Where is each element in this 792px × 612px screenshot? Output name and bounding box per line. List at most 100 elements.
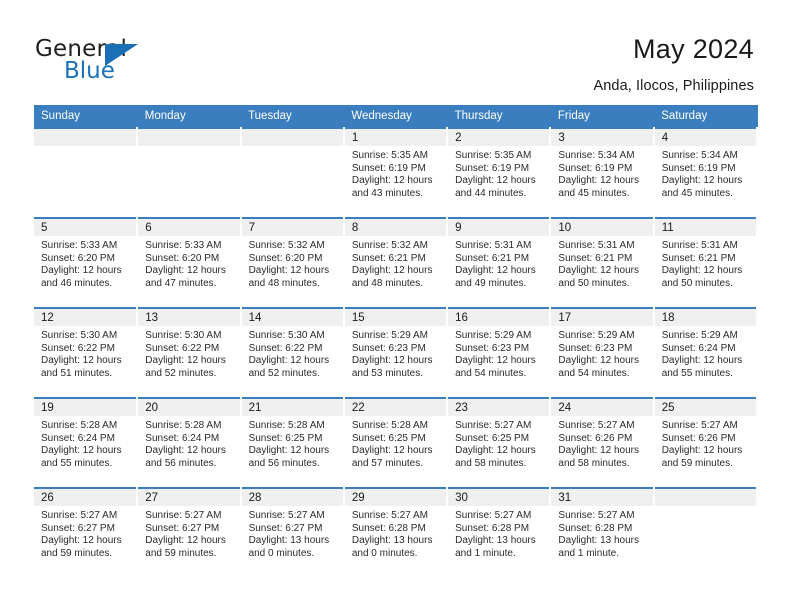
sunrise-text: Sunrise: 5:31 AM: [455, 240, 532, 251]
sunset-text: Sunset: 6:28 PM: [351, 522, 426, 534]
day-details: Sunrise: 5:27 AM Sunset: 6:27 PM Daylight:…: [34, 506, 136, 560]
sunset-text: Sunset: 6:19 PM: [351, 162, 426, 174]
daylight-text-line1: Daylight: 12 hours: [351, 175, 433, 187]
day-number: 27: [138, 489, 240, 506]
day-details: Sunrise: 5:27 AM Sunset: 6:26 PM Daylight:…: [551, 416, 652, 470]
day-details: Sunrise: 5:27 AM Sunset: 6:27 PM Daylight:…: [242, 506, 343, 560]
calendar-day-cell[interactable]: 1 Sunrise: 5:35 AM Sunset: 6:19 PM Daylight…: [343, 127, 449, 218]
sunset-text: Sunset: 6:21 PM: [351, 252, 426, 264]
calendar-day-cell[interactable]: 21 Sunrise: 5:28 AM Sunset: 6:25 PM Dayligh…: [240, 397, 345, 488]
calendar-day-cell[interactable]: 25 Sunrise: 5:27 AM Sunset: 6:26 PM Dayligh…: [653, 397, 759, 488]
day-details: Sunrise: 5:32 AM Sunset: 6:21 PM Daylight:…: [345, 236, 446, 290]
calendar-day-cell[interactable]: 31 Sunrise: 5:27 AM Sunset: 6:28 PM Dayligh…: [550, 487, 655, 578]
calendar-day-cell[interactable]: 23 Sunrise: 5:27 AM Sunset: 6:25 PM Dayligh…: [447, 397, 552, 488]
sunrise-text: Sunrise: 5:28 AM: [351, 420, 428, 431]
day-number: 18: [654, 309, 756, 326]
calendar-day-cell[interactable]: 13 Sunrise: 5:30 AM Sunset: 6:22 PM Dayligh…: [137, 307, 242, 398]
day-details: Sunrise: 5:35 AM Sunset: 6:19 PM Daylight:…: [345, 146, 446, 200]
calendar-day-cell-empty: [653, 487, 759, 578]
calendar-day-cell[interactable]: 16 Sunrise: 5:29 AM Sunset: 6:23 PM Dayligh…: [447, 307, 552, 398]
day-number: 14: [241, 309, 343, 326]
calendar-day-cell[interactable]: 20 Sunrise: 5:28 AM Sunset: 6:24 PM Dayligh…: [137, 397, 242, 488]
calendar-day-cell[interactable]: 9 Sunrise: 5:31 AM Sunset: 6:21 PM Daylight…: [447, 217, 552, 308]
day-number: [138, 129, 240, 146]
sunset-text: Sunset: 6:20 PM: [248, 252, 323, 264]
sunrise-text: Sunrise: 5:32 AM: [351, 240, 428, 251]
day-details: Sunrise: 5:33 AM Sunset: 6:20 PM Daylight:…: [34, 236, 136, 290]
daylight-text-line2: and 50 minutes.: [661, 277, 733, 289]
daylight-text-line1: Daylight: 12 hours: [351, 265, 433, 277]
calendar-day-cell[interactable]: 3 Sunrise: 5:34 AM Sunset: 6:19 PM Daylight…: [550, 127, 655, 218]
daylight-text-line2: and 1 minute.: [558, 547, 620, 559]
page-header: General Blue May 2024 Anda, Ilocos, Phil…: [0, 0, 792, 100]
weekday-header-sunday: Sunday: [34, 105, 138, 128]
calendar-week-row: 26 Sunrise: 5:27 AM Sunset: 6:27 PM Dayligh…: [34, 487, 759, 578]
daylight-text-line1: Daylight: 12 hours: [661, 265, 743, 277]
calendar-day-cell[interactable]: 4 Sunrise: 5:34 AM Sunset: 6:19 PM Daylight…: [653, 127, 759, 218]
calendar-day-cell[interactable]: 27 Sunrise: 5:27 AM Sunset: 6:27 PM Dayligh…: [137, 487, 242, 578]
sunset-text: Sunset: 6:20 PM: [145, 252, 220, 264]
day-number: 12: [34, 309, 137, 326]
calendar-day-cell[interactable]: 14 Sunrise: 5:30 AM Sunset: 6:22 PM Dayligh…: [240, 307, 345, 398]
calendar-day-cell[interactable]: 12 Sunrise: 5:30 AM Sunset: 6:22 PM Dayligh…: [34, 307, 139, 398]
sunset-text: Sunset: 6:26 PM: [661, 432, 736, 444]
calendar-day-cell[interactable]: 28 Sunrise: 5:27 AM Sunset: 6:27 PM Dayligh…: [240, 487, 345, 578]
brand-logo[interactable]: General Blue: [35, 36, 235, 92]
day-details: Sunrise: 5:27 AM Sunset: 6:25 PM Daylight:…: [448, 416, 549, 470]
daylight-text-line2: and 54 minutes.: [558, 367, 630, 379]
calendar-day-cell[interactable]: 26 Sunrise: 5:27 AM Sunset: 6:27 PM Dayligh…: [34, 487, 139, 578]
sunrise-text: Sunrise: 5:31 AM: [558, 240, 635, 251]
calendar-day-cell[interactable]: 19 Sunrise: 5:28 AM Sunset: 6:24 PM Dayligh…: [34, 397, 139, 488]
day-number: 7: [241, 219, 343, 236]
day-details: Sunrise: 5:31 AM Sunset: 6:21 PM Daylight:…: [448, 236, 549, 290]
calendar-day-cell[interactable]: 10 Sunrise: 5:31 AM Sunset: 6:21 PM Dayligh…: [550, 217, 655, 308]
calendar-week-row: 5 Sunrise: 5:33 AM Sunset: 6:20 PM Daylight…: [34, 217, 759, 308]
daylight-text-line2: and 0 minutes.: [351, 547, 418, 559]
daylight-text-line1: Daylight: 12 hours: [558, 445, 640, 457]
sunset-text: Sunset: 6:21 PM: [558, 252, 633, 264]
sunset-text: Sunset: 6:25 PM: [455, 432, 530, 444]
day-number: 22: [344, 399, 447, 416]
calendar-day-cell[interactable]: 18 Sunrise: 5:29 AM Sunset: 6:24 PM Dayligh…: [653, 307, 759, 398]
calendar-day-cell[interactable]: 17 Sunrise: 5:29 AM Sunset: 6:23 PM Dayligh…: [550, 307, 655, 398]
sunset-text: Sunset: 6:23 PM: [558, 342, 633, 354]
daylight-text-line2: and 1 minute.: [455, 547, 516, 559]
daylight-text-line2: and 58 minutes.: [558, 457, 630, 469]
sunset-text: Sunset: 6:21 PM: [661, 252, 736, 264]
calendar-week-row: 19 Sunrise: 5:28 AM Sunset: 6:24 PM Dayligh…: [34, 397, 759, 488]
daylight-text-line1: Daylight: 12 hours: [145, 265, 226, 277]
day-number: 29: [344, 489, 447, 506]
calendar-day-cell[interactable]: 22 Sunrise: 5:28 AM Sunset: 6:25 PM Dayligh…: [343, 397, 449, 488]
daylight-text-line2: and 52 minutes.: [145, 367, 217, 379]
day-number: 16: [448, 309, 550, 326]
day-details: Sunrise: 5:29 AM Sunset: 6:23 PM Daylight:…: [551, 326, 652, 380]
daylight-text-line2: and 56 minutes.: [145, 457, 217, 469]
day-details: Sunrise: 5:32 AM Sunset: 6:20 PM Daylight:…: [242, 236, 343, 290]
sunrise-text: Sunrise: 5:27 AM: [455, 510, 532, 521]
calendar-day-cell[interactable]: 11 Sunrise: 5:31 AM Sunset: 6:21 PM Dayligh…: [653, 217, 759, 308]
weekday-header-thursday: Thursday: [447, 105, 551, 128]
day-number: 3: [551, 129, 653, 146]
calendar-day-cell[interactable]: 8 Sunrise: 5:32 AM Sunset: 6:21 PM Daylight…: [343, 217, 449, 308]
calendar-day-cell[interactable]: 2 Sunrise: 5:35 AM Sunset: 6:19 PM Daylight…: [447, 127, 552, 218]
sunset-text: Sunset: 6:23 PM: [455, 342, 530, 354]
calendar-day-cell[interactable]: 30 Sunrise: 5:27 AM Sunset: 6:28 PM Dayligh…: [447, 487, 552, 578]
calendar-day-cell[interactable]: 7 Sunrise: 5:32 AM Sunset: 6:20 PM Daylight…: [240, 217, 345, 308]
daylight-text-line1: Daylight: 12 hours: [41, 445, 122, 457]
calendar-day-cell[interactable]: 29 Sunrise: 5:27 AM Sunset: 6:28 PM Dayligh…: [343, 487, 449, 578]
calendar-day-cell[interactable]: 6 Sunrise: 5:33 AM Sunset: 6:20 PM Daylight…: [137, 217, 242, 308]
sunset-text: Sunset: 6:27 PM: [41, 522, 115, 534]
day-details: Sunrise: 5:34 AM Sunset: 6:19 PM Daylight:…: [551, 146, 652, 200]
day-details: Sunrise: 5:29 AM Sunset: 6:24 PM Daylight:…: [655, 326, 756, 380]
sunrise-text: Sunrise: 5:34 AM: [558, 150, 635, 161]
calendar-day-cell[interactable]: 15 Sunrise: 5:29 AM Sunset: 6:23 PM Dayligh…: [343, 307, 449, 398]
sunrise-text: Sunrise: 5:30 AM: [248, 330, 325, 341]
sunset-text: Sunset: 6:19 PM: [661, 162, 736, 174]
sunrise-text: Sunrise: 5:33 AM: [145, 240, 222, 251]
calendar-day-cell[interactable]: 24 Sunrise: 5:27 AM Sunset: 6:26 PM Dayligh…: [550, 397, 655, 488]
daylight-text-line1: Daylight: 12 hours: [351, 355, 433, 367]
sunset-text: Sunset: 6:19 PM: [558, 162, 633, 174]
calendar-day-cell[interactable]: 5 Sunrise: 5:33 AM Sunset: 6:20 PM Daylight…: [34, 217, 139, 308]
daylight-text-line1: Daylight: 13 hours: [351, 535, 433, 547]
sunrise-text: Sunrise: 5:29 AM: [455, 330, 532, 341]
